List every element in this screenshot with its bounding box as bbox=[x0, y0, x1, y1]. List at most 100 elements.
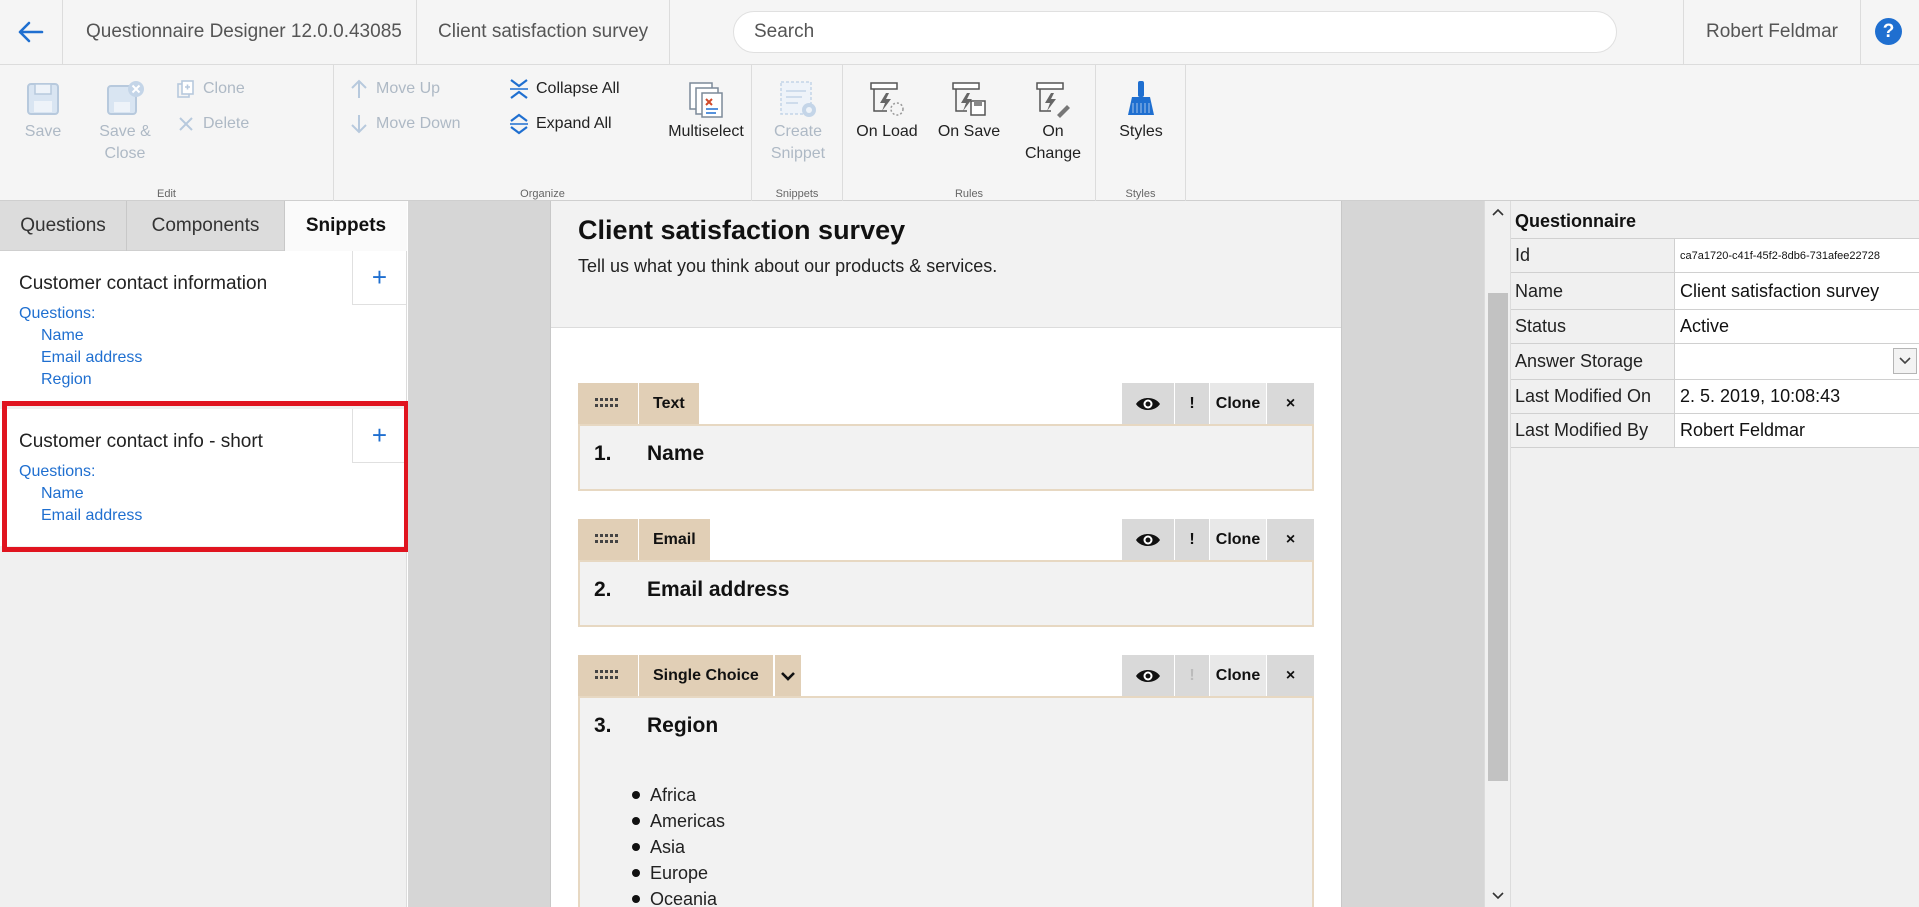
group-label-edit: Edit bbox=[157, 188, 176, 200]
tab-questions[interactable]: Questions bbox=[0, 201, 127, 251]
selection-highlight bbox=[2, 401, 409, 552]
name-field[interactable] bbox=[1680, 280, 1919, 302]
eye-icon bbox=[1136, 669, 1160, 682]
snippet-question-item[interactable]: Region bbox=[41, 371, 92, 389]
clone-question-button[interactable]: Clone bbox=[1210, 519, 1266, 560]
property-key: Answer Storage bbox=[1515, 351, 1644, 371]
questionnaire-page: Client satisfaction survey Tell us what … bbox=[550, 201, 1342, 907]
scrollbar-thumb[interactable] bbox=[1488, 293, 1508, 781]
required-button[interactable]: ! bbox=[1175, 383, 1209, 424]
property-row-last-modified-by: Last Modified By Robert Feldmar bbox=[1511, 413, 1919, 448]
ribbon-group-rules: On Load On Save On Change Rules bbox=[843, 65, 1096, 201]
property-row-status: Status Active bbox=[1511, 309, 1919, 343]
group-label-rules: Rules bbox=[954, 188, 984, 200]
move-up-button[interactable]: Move Up bbox=[348, 78, 440, 100]
tab-snippets[interactable]: Snippets bbox=[285, 201, 407, 251]
move-down-label: Move Down bbox=[376, 115, 461, 132]
visibility-button[interactable] bbox=[1122, 519, 1174, 560]
choice-option: Asia bbox=[632, 834, 725, 860]
question-label: Name bbox=[647, 442, 705, 465]
required-button[interactable]: ! bbox=[1175, 655, 1209, 696]
question-body[interactable]: 3. Region Africa Americas Asia Europe Oc… bbox=[578, 696, 1314, 907]
styles-button[interactable]: Styles bbox=[1110, 79, 1172, 143]
tab-components[interactable]: Components bbox=[127, 201, 285, 251]
design-canvas: Client satisfaction survey Tell us what … bbox=[408, 201, 1484, 907]
collapse-all-label: Collapse All bbox=[536, 80, 620, 97]
property-key: Name bbox=[1515, 280, 1564, 301]
question-block[interactable]: Text ! Clone × 1. Name bbox=[578, 383, 1314, 491]
chevron-down-icon bbox=[781, 671, 795, 681]
question-type-label: Single Choice bbox=[639, 655, 773, 696]
drag-handle-icon[interactable] bbox=[578, 519, 638, 560]
remove-question-button[interactable]: × bbox=[1267, 383, 1314, 424]
question-body[interactable]: 1. Name bbox=[578, 424, 1314, 491]
answer-storage-select[interactable] bbox=[1674, 344, 1919, 379]
visibility-button[interactable] bbox=[1122, 655, 1174, 696]
snippet-card[interactable]: Customer contact information + Questions… bbox=[0, 251, 406, 401]
snippet-title: Customer contact information bbox=[19, 273, 268, 294]
back-button[interactable] bbox=[0, 0, 63, 64]
app-title: Questionnaire Designer 12.0.0.43085 bbox=[63, 0, 417, 64]
ribbon: Save Save & Close Clone Delete Edit Move… bbox=[0, 65, 1919, 201]
clone-question-button[interactable]: Clone bbox=[1210, 383, 1266, 424]
choice-options: Africa Americas Asia Europe Oceania bbox=[632, 782, 725, 907]
save-button[interactable]: Save bbox=[19, 79, 67, 143]
choice-option: Oceania bbox=[632, 886, 725, 907]
property-value[interactable]: Active bbox=[1674, 310, 1919, 343]
arrow-left-icon bbox=[18, 21, 44, 43]
ribbon-group-organize: Move Up Move Down Collapse All Expand Al… bbox=[334, 65, 752, 201]
on-save-icon bbox=[949, 79, 989, 119]
question-type-dropdown[interactable] bbox=[774, 655, 801, 696]
property-value[interactable]: ca7a1720-c41f-45f2-8db6-731afee22728 bbox=[1674, 239, 1919, 272]
on-load-button[interactable]: On Load bbox=[853, 79, 921, 143]
property-value[interactable] bbox=[1674, 273, 1919, 309]
question-number: 2. bbox=[594, 578, 612, 601]
group-label-styles: Styles bbox=[1125, 188, 1156, 200]
collapse-all-button[interactable]: Collapse All bbox=[508, 78, 620, 100]
multiselect-button[interactable]: Multiselect bbox=[666, 79, 746, 143]
question-type-label: Email bbox=[639, 519, 710, 560]
clone-button[interactable]: Clone bbox=[175, 78, 245, 100]
remove-question-button[interactable]: × bbox=[1267, 519, 1314, 560]
user-name[interactable]: Robert Feldmar bbox=[1683, 0, 1861, 64]
question-body[interactable]: 2. Email address bbox=[578, 560, 1314, 627]
left-tabs: Questions Components Snippets bbox=[0, 201, 407, 251]
save-icon bbox=[23, 79, 63, 119]
snippet-question-item[interactable]: Email address bbox=[41, 349, 142, 367]
property-key: Id bbox=[1515, 245, 1531, 265]
group-label-snippets: Snippets bbox=[775, 188, 819, 200]
choice-option: Europe bbox=[632, 860, 725, 886]
eye-icon bbox=[1136, 397, 1160, 410]
expand-all-button[interactable]: Expand All bbox=[508, 113, 612, 135]
snippet-questions-label: Questions: bbox=[19, 305, 96, 322]
save-close-button[interactable]: Save & Close bbox=[92, 79, 158, 165]
on-save-button[interactable]: On Save bbox=[935, 79, 1003, 143]
canvas-scrollbar[interactable] bbox=[1484, 201, 1510, 907]
visibility-button[interactable] bbox=[1122, 383, 1174, 424]
dropdown-button[interactable] bbox=[1893, 348, 1917, 374]
on-change-button[interactable]: On Change bbox=[1021, 79, 1085, 165]
drag-handle-icon[interactable] bbox=[578, 655, 638, 696]
save-label: Save bbox=[24, 123, 62, 140]
scroll-up-icon[interactable] bbox=[1485, 201, 1511, 223]
move-down-button[interactable]: Move Down bbox=[348, 113, 460, 135]
remove-question-button[interactable]: × bbox=[1267, 655, 1314, 696]
create-snippet-button[interactable]: Create Snippet bbox=[763, 79, 833, 165]
question-block[interactable]: Email ! Clone × 2. Email address bbox=[578, 519, 1314, 627]
question-type-label: Text bbox=[639, 383, 699, 424]
property-value: Robert Feldmar bbox=[1674, 414, 1919, 447]
delete-button[interactable]: Delete bbox=[175, 113, 249, 135]
snippet-question-item[interactable]: Name bbox=[41, 327, 84, 345]
page-header[interactable]: Client satisfaction survey Tell us what … bbox=[551, 201, 1341, 328]
search-input[interactable] bbox=[733, 11, 1617, 53]
scroll-down-icon[interactable] bbox=[1485, 885, 1511, 907]
add-snippet-button[interactable]: + bbox=[352, 251, 406, 305]
drag-handle-icon[interactable] bbox=[578, 383, 638, 424]
expand-icon bbox=[508, 113, 530, 135]
required-button[interactable]: ! bbox=[1175, 519, 1209, 560]
help-icon[interactable]: ? bbox=[1875, 18, 1902, 45]
clone-question-button[interactable]: Clone bbox=[1210, 655, 1266, 696]
brush-icon bbox=[1121, 79, 1161, 119]
question-block[interactable]: Single Choice ! Clone × 3. Region Africa… bbox=[578, 655, 1314, 907]
document-title[interactable]: Client satisfaction survey bbox=[417, 0, 670, 64]
